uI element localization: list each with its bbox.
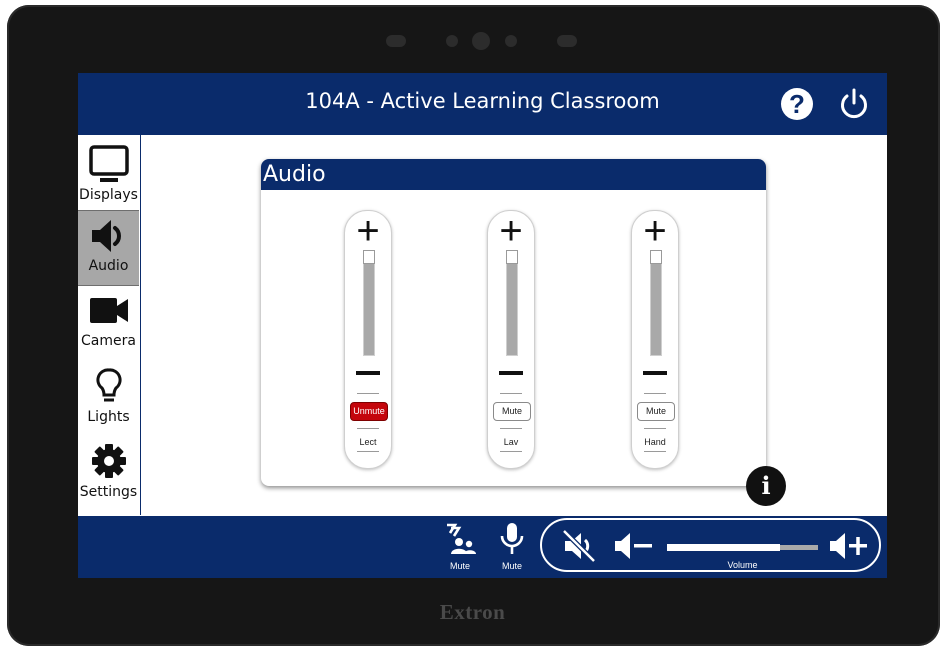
divider <box>500 451 522 452</box>
monitor-icon <box>89 145 129 182</box>
volume-up-icon[interactable] <box>828 529 870 563</box>
volume-caption: Volume <box>727 560 758 570</box>
mute-toggle-button[interactable]: Unmute <box>350 402 388 421</box>
channel-fader[interactable] <box>363 250 375 356</box>
channel-strip-lav: + Mute Lav <box>487 209 535 469</box>
touch-screen: 104A - Active Learning Classroom ? Displ… <box>78 73 887 578</box>
divider <box>644 451 666 452</box>
volume-down-button[interactable] <box>356 371 380 375</box>
divider <box>357 451 379 452</box>
volume-slider-fill <box>667 544 781 551</box>
lightbulb-icon <box>96 368 122 402</box>
channel-name: Hand <box>644 437 666 447</box>
volume-down-button[interactable] <box>499 371 523 375</box>
speaker-muted-icon[interactable] <box>562 529 598 563</box>
volume-slider[interactable] <box>667 544 818 551</box>
speaker-icon <box>92 220 121 252</box>
sidebar-item-label: Settings <box>79 484 138 500</box>
mute-caption: Mute <box>501 561 522 571</box>
volume-control: Volume <box>540 518 881 572</box>
help-button[interactable]: ? <box>781 88 813 120</box>
wireless-mic-group-mute-button[interactable]: Mute <box>442 521 478 573</box>
channel-name: Lect <box>359 437 377 447</box>
channel-strip-hand: + Mute Hand <box>631 209 679 469</box>
fader-handle[interactable] <box>506 250 518 264</box>
fader-handle[interactable] <box>363 250 375 264</box>
page-title: 104A - Active Learning Classroom <box>305 89 660 113</box>
wireless-mic-group-icon <box>447 523 476 554</box>
info-button[interactable]: i <box>746 466 786 506</box>
bezel-sensor-dot <box>446 35 458 47</box>
divider <box>500 428 522 429</box>
bezel-sensor-dot <box>505 35 517 47</box>
divider <box>357 393 379 394</box>
mute-toggle-button[interactable]: Mute <box>493 402 531 421</box>
volume-down-icon[interactable] <box>613 529 655 563</box>
divider <box>500 393 522 394</box>
sidebar-item-lights[interactable]: Lights <box>78 362 139 436</box>
video-camera-icon <box>90 298 128 323</box>
audio-panel: Audio + Unmute Lect + Mute Lav + Mute Ha… <box>261 159 766 486</box>
sidebar-item-camera[interactable]: Camera <box>78 286 139 360</box>
sidebar-item-settings[interactable]: Settings <box>78 437 139 511</box>
footer-bar: Mute Mute Volume <box>78 516 887 578</box>
mute-toggle-button[interactable]: Mute <box>637 402 675 421</box>
sidebar-item-label: Lights <box>87 409 130 425</box>
info-icon: i <box>761 471 771 500</box>
divider <box>644 428 666 429</box>
sidebar-item-audio[interactable]: Audio <box>78 210 139 286</box>
volume-up-button[interactable]: + <box>488 209 534 253</box>
channel-fader[interactable] <box>650 250 662 356</box>
microphone-mute-button[interactable]: Mute <box>494 521 530 573</box>
divider <box>644 393 666 394</box>
divider <box>357 428 379 429</box>
fader-handle[interactable] <box>650 250 662 264</box>
header-bar: 104A - Active Learning Classroom ? <box>78 73 887 135</box>
bezel-sensor-right <box>557 35 577 47</box>
bezel-sensor-left <box>386 35 406 47</box>
camera-lens <box>472 32 490 50</box>
sidebar-item-label: Displays <box>79 187 138 203</box>
sidebar-item-label: Camera <box>81 333 136 349</box>
channel-fader[interactable] <box>506 250 518 356</box>
gear-icon <box>92 444 126 478</box>
volume-up-button[interactable]: + <box>345 209 391 253</box>
sidebar-item-label: Audio <box>88 258 129 274</box>
audio-panel-title: Audio <box>261 159 766 190</box>
volume-up-button[interactable]: + <box>632 209 678 253</box>
volume-down-button[interactable] <box>643 371 667 375</box>
microphone-icon <box>500 523 524 554</box>
brand-logo: Extron <box>439 600 506 624</box>
sidebar: Displays Audio Camera Lights Settings <box>78 135 141 515</box>
power-icon[interactable] <box>836 86 872 122</box>
channel-strip-lect: + Unmute Lect <box>344 209 392 469</box>
question-mark-icon: ? <box>789 89 805 119</box>
sidebar-item-displays[interactable]: Displays <box>78 140 139 214</box>
channel-name: Lav <box>503 437 519 447</box>
mute-caption: Mute <box>449 561 470 571</box>
